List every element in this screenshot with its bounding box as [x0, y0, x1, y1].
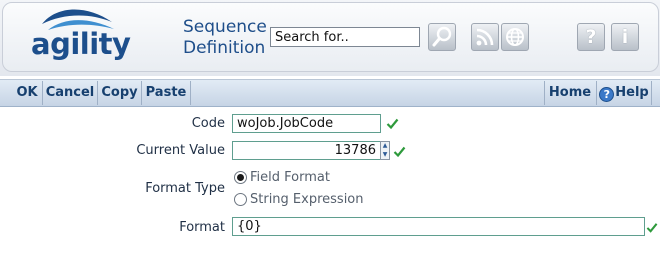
- toolbar-help-label: Help: [615, 85, 649, 100]
- agility-logo[interactable]: agility: [26, 4, 131, 68]
- radio-button-unchecked[interactable]: [234, 193, 247, 206]
- toolbar-help-button[interactable]: ? Help: [597, 80, 651, 106]
- format-label: Format: [179, 220, 225, 235]
- ok-button[interactable]: OK: [10, 80, 44, 106]
- search-input[interactable]: [270, 27, 420, 47]
- current-value-field[interactable]: 13786: [232, 141, 381, 160]
- search-icon: [432, 26, 452, 47]
- valid-check-icon: [646, 223, 658, 233]
- globe-button[interactable]: [501, 23, 529, 51]
- logo-text: agility: [31, 27, 131, 61]
- rss-button[interactable]: [471, 23, 499, 51]
- current-value-spinner[interactable]: ▲ ▼: [380, 141, 390, 160]
- radio-label-field-format: Field Format: [250, 170, 330, 185]
- code-label: Code: [191, 116, 225, 131]
- radio-label-string-expression: String Expression: [250, 192, 364, 207]
- globe-icon: [506, 28, 524, 46]
- valid-check-icon: [393, 146, 406, 158]
- code-field[interactable]: woJob.JobCode: [232, 114, 381, 133]
- spinner-down-icon[interactable]: ▼: [381, 151, 389, 159]
- copy-button[interactable]: Copy: [98, 80, 141, 106]
- cancel-button[interactable]: Cancel: [43, 80, 97, 106]
- radio-button-checked[interactable]: [234, 171, 247, 184]
- info-button[interactable]: i: [611, 23, 639, 51]
- help-icon: ?: [585, 26, 597, 48]
- page-title-line2: Definition: [183, 38, 266, 58]
- toolbar: OK Cancel Copy Paste Home ? Help: [0, 79, 660, 107]
- paste-button[interactable]: Paste: [142, 80, 190, 106]
- app-header: agility Sequence Definition ? i: [0, 0, 660, 76]
- toolbar-divider: [651, 81, 652, 105]
- valid-check-icon: [386, 118, 399, 130]
- info-icon: i: [621, 26, 629, 48]
- page-title: Sequence Definition: [183, 17, 267, 59]
- current-value-label: Current Value: [136, 143, 225, 158]
- help-button[interactable]: ?: [577, 23, 605, 51]
- format-type-label: Format Type: [145, 181, 225, 196]
- rss-icon: [476, 28, 494, 46]
- format-field[interactable]: {0}: [232, 217, 645, 236]
- spinner-up-icon[interactable]: ▲: [381, 142, 389, 150]
- page-title-line1: Sequence: [183, 17, 267, 37]
- toolbar-divider: [190, 81, 191, 105]
- help-circle-icon: ?: [599, 87, 615, 102]
- search-button[interactable]: [428, 23, 456, 51]
- home-button[interactable]: Home: [545, 80, 595, 106]
